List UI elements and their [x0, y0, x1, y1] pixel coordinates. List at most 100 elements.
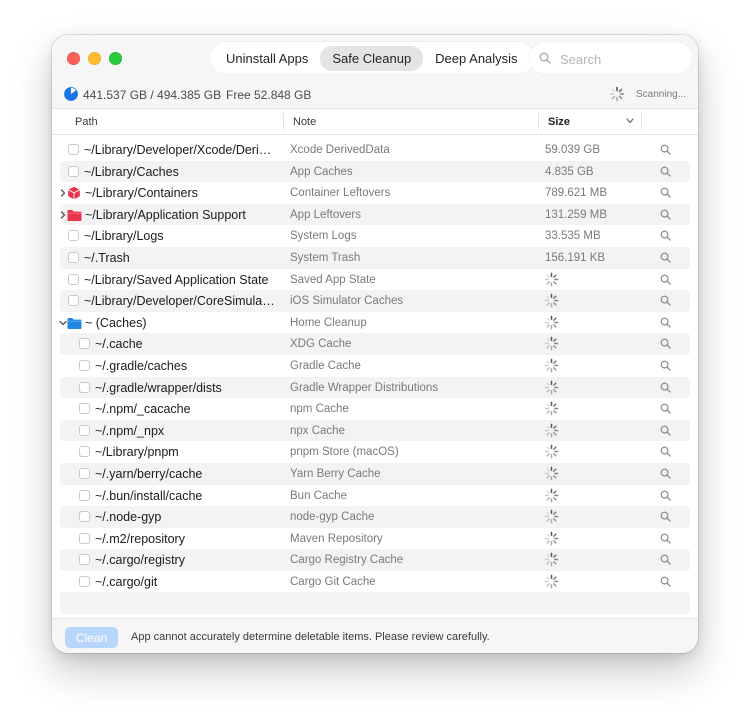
minimize-button[interactable]	[88, 52, 101, 65]
row-checkbox[interactable]	[68, 144, 79, 155]
row-path: ~/.gradle/wrapper/dists	[95, 380, 222, 395]
loading-spinner-icon	[544, 293, 559, 308]
table-row[interactable]: ~/.cache XDG Cache	[60, 333, 690, 355]
cube-icon	[67, 186, 81, 200]
reveal-search-icon[interactable]	[660, 144, 671, 155]
zoom-button[interactable]	[109, 52, 122, 65]
reveal-search-icon[interactable]	[660, 252, 671, 263]
table-row[interactable]: ~/Library/Saved Application State Saved A…	[60, 269, 690, 291]
reveal-search-icon[interactable]	[660, 230, 671, 242]
tab-deep-analysis[interactable]: Deep Analysis	[423, 46, 529, 71]
row-note: npx Cache	[290, 424, 345, 437]
reveal-search-icon[interactable]	[660, 360, 671, 371]
reveal-search-icon[interactable]	[660, 209, 671, 220]
column-divider	[283, 113, 284, 130]
table-row[interactable]: ~/Library/Containers Container Leftovers 7…	[60, 182, 690, 204]
reveal-search-icon[interactable]	[660, 403, 671, 414]
row-path: ~/Library/Caches	[84, 164, 179, 179]
reveal-search-icon[interactable]	[660, 166, 671, 177]
row-checkbox[interactable]	[79, 532, 90, 544]
reveal-search-icon[interactable]	[660, 382, 671, 393]
row-path: ~/Library/Logs	[84, 229, 164, 244]
row-checkbox[interactable]	[79, 467, 90, 479]
reveal-search-icon[interactable]	[660, 554, 671, 566]
row-checkbox[interactable]	[68, 273, 79, 285]
tab-safe-cleanup[interactable]: Safe Cleanup	[320, 45, 424, 71]
row-checkbox[interactable]	[79, 511, 90, 523]
column-note[interactable]: Note	[293, 116, 316, 128]
scanning-label: Scanning...	[636, 89, 687, 100]
table-row[interactable]: ~/.cargo/registry Cargo Registry Cache	[60, 549, 690, 571]
row-checkbox[interactable]	[79, 403, 90, 415]
row-checkbox[interactable]	[68, 165, 79, 177]
table-row	[60, 592, 690, 615]
row-checkbox[interactable]	[68, 251, 79, 263]
row-path: ~/.cargo/registry	[95, 553, 185, 568]
row-note: Gradle Wrapper Distributions	[290, 381, 439, 394]
reveal-search-icon[interactable]	[660, 317, 671, 328]
file-list: ~/Library/Developer/Xcode/DerivedData Xco…	[59, 139, 690, 615]
row-path: ~/Library/Developer/CoreSimulator	[84, 294, 276, 309]
column-path[interactable]: Path	[75, 116, 98, 128]
row-checkbox[interactable]	[79, 446, 90, 458]
table-row[interactable]: ~/.node-gyp node-gyp Cache	[60, 506, 690, 528]
clean-button[interactable]: Clean	[65, 627, 118, 648]
chevron-down-icon[interactable]	[626, 118, 634, 124]
table-row[interactable]: ~/.npm/_npx npx Cache	[60, 419, 690, 442]
loading-spinner-icon	[544, 444, 559, 459]
reveal-search-icon[interactable]	[660, 295, 671, 306]
close-button[interactable]	[67, 52, 80, 65]
row-checkbox[interactable]	[68, 230, 79, 242]
row-checkbox[interactable]	[79, 575, 90, 587]
reveal-search-icon[interactable]	[660, 511, 671, 522]
table-row[interactable]: ~/Library/Caches App Caches 4.835 GB	[60, 160, 690, 183]
loading-spinner-icon	[544, 531, 559, 546]
chevron-right-icon[interactable]	[59, 189, 67, 197]
loading-spinner-icon	[544, 272, 559, 286]
row-size: 4.835 GB	[545, 165, 594, 178]
row-note: Cargo Registry Cache	[290, 554, 404, 567]
chevron-down-icon[interactable]	[59, 319, 67, 327]
row-checkbox[interactable]	[79, 424, 90, 436]
row-checkbox[interactable]	[79, 338, 90, 350]
tab-uninstall-apps[interactable]: Uninstall Apps	[214, 46, 320, 71]
table-row[interactable]: ~/.cargo/git Cargo Git Cache	[60, 571, 690, 593]
table-row[interactable]: ~/Library/Developer/CoreSimulator iOS Sim…	[60, 290, 690, 312]
reveal-search-icon[interactable]	[660, 576, 671, 587]
row-checkbox[interactable]	[68, 295, 79, 307]
row-checkbox[interactable]	[79, 381, 90, 393]
table-row[interactable]: ~/.yarn/berry/cache Yarn Berry Cache	[60, 462, 690, 485]
row-checkbox[interactable]	[79, 489, 90, 501]
row-size: 789.621 MB	[545, 187, 608, 200]
reveal-search-icon[interactable]	[660, 338, 671, 350]
reveal-search-icon[interactable]	[660, 425, 671, 436]
table-row[interactable]: ~/Library/Application Support App Leftove…	[59, 203, 690, 226]
table-row[interactable]: ~/.bun/install/cache Bun Cache	[60, 485, 690, 507]
table-row[interactable]: ~/.gradle/caches Gradle Cache	[60, 355, 690, 377]
reveal-search-icon[interactable]	[660, 274, 671, 285]
table-row[interactable]: ~/Library/Developer/Xcode/DerivedData Xco…	[60, 139, 690, 161]
reveal-search-icon[interactable]	[660, 446, 671, 458]
reveal-search-icon[interactable]	[660, 490, 671, 501]
reveal-search-icon[interactable]	[660, 468, 671, 479]
table-row[interactable]: ~/Library/Logs System Logs 33.535 MB	[60, 225, 690, 247]
row-note: System Logs	[290, 230, 357, 243]
column-size[interactable]: Size	[548, 116, 570, 128]
table-row[interactable]: ~/Library/pnpm pnpm Store (macOS)	[60, 441, 690, 463]
table-row[interactable]: ~/.gradle/wrapper/dists Gradle Wrapper Di…	[60, 376, 690, 399]
table-row[interactable]: ~/.m2/repository Maven Repository	[60, 528, 690, 550]
free-space-text: Free 52.848 GB	[226, 88, 312, 102]
reveal-search-icon[interactable]	[660, 533, 671, 544]
search-box[interactable]	[529, 42, 692, 74]
row-checkbox[interactable]	[79, 359, 90, 371]
reveal-search-icon[interactable]	[660, 187, 671, 198]
loading-spinner-icon	[544, 337, 559, 351]
chevron-right-icon[interactable]	[59, 211, 67, 219]
table-row[interactable]: ~/.npm/_cacache npm Cache	[60, 398, 690, 420]
table-row[interactable]: ~ (Caches) Home Cleanup	[59, 312, 690, 334]
folder-red-icon	[67, 209, 82, 221]
row-checkbox[interactable]	[79, 554, 90, 566]
search-input[interactable]	[558, 50, 682, 68]
table-row[interactable]: ~/.Trash System Trash 156.191 KB	[60, 246, 690, 269]
row-note: App Caches	[290, 165, 353, 178]
